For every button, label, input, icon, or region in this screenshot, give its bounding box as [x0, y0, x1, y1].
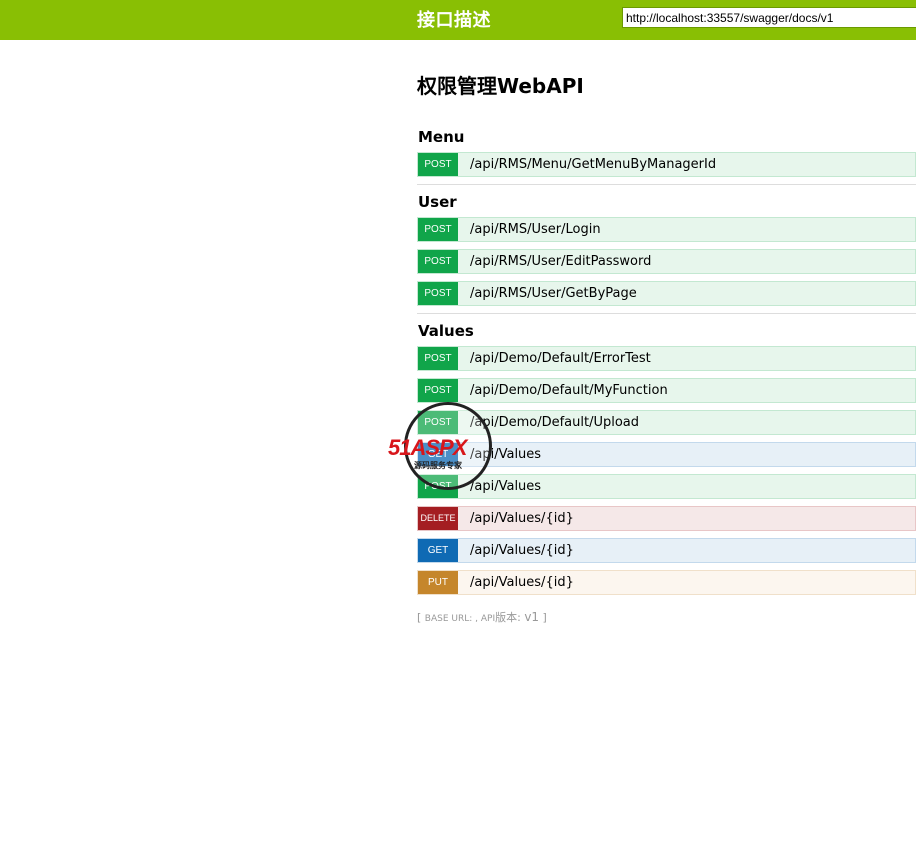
resource-heading-menu[interactable]: Menu [418, 128, 464, 146]
operation-path[interactable]: /api/RMS/User/EditPassword [470, 250, 651, 273]
method-badge[interactable]: DELETE [418, 507, 458, 530]
api-url-input[interactable] [622, 7, 916, 28]
method-badge[interactable]: POST [418, 250, 458, 273]
method-badge[interactable]: PUT [418, 571, 458, 594]
operation-row[interactable]: GET /api/Values/{id} [417, 538, 916, 563]
method-badge[interactable]: POST [418, 379, 458, 402]
operation-row[interactable]: GET /api/Values [417, 442, 916, 467]
method-badge[interactable]: GET [418, 443, 458, 466]
resource-heading-values[interactable]: Values [418, 322, 474, 340]
operation-path[interactable]: /api/Values/{id} [470, 539, 574, 562]
base-url-label: BASE URL: , API [424, 614, 496, 624]
operation-row[interactable]: POST /api/RMS/User/EditPassword [417, 249, 916, 274]
operation-row[interactable]: POST /api/RMS/Menu/GetMenuByManagerId [417, 152, 916, 177]
version-label: 版本: [495, 611, 525, 624]
operation-path[interactable]: /api/Demo/Default/MyFunction [470, 379, 668, 402]
method-badge[interactable]: POST [418, 218, 458, 241]
api-info-footer: [ BASE URL: , API版本: v1 ] [417, 609, 547, 625]
header-title: 接口描述 [417, 10, 491, 31]
operation-path[interactable]: /api/RMS/Menu/GetMenuByManagerId [470, 153, 716, 176]
method-badge[interactable]: POST [418, 282, 458, 305]
method-badge[interactable]: POST [418, 475, 458, 498]
api-title: 权限管理WebAPI [417, 74, 584, 98]
operation-row[interactable]: POST /api/Demo/Default/MyFunction [417, 378, 916, 403]
operation-row[interactable]: POST /api/Demo/Default/Upload [417, 410, 916, 435]
operation-row[interactable]: PUT /api/Values/{id} [417, 570, 916, 595]
method-badge[interactable]: POST [418, 411, 458, 434]
operation-row[interactable]: POST /api/RMS/User/GetByPage [417, 281, 916, 306]
method-badge[interactable]: POST [418, 347, 458, 370]
resource-heading-user[interactable]: User [418, 193, 457, 211]
operation-row[interactable]: POST /api/RMS/User/Login [417, 217, 916, 242]
operation-path[interactable]: /api/Values [470, 475, 541, 498]
operation-path[interactable]: /api/Demo/Default/ErrorTest [470, 347, 651, 370]
operation-row[interactable]: DELETE /api/Values/{id} [417, 506, 916, 531]
footer-close-bracket: ] [539, 611, 547, 624]
resource-divider [417, 313, 916, 314]
operation-row[interactable]: POST /api/Values [417, 474, 916, 499]
resource-divider [417, 184, 916, 185]
footer-open-bracket: [ [417, 611, 425, 624]
api-version: v1 [524, 610, 540, 624]
operation-path[interactable]: /api/Values/{id} [470, 571, 574, 594]
operation-path[interactable]: /api/Values/{id} [470, 507, 574, 530]
top-header-bar: 接口描述 [0, 0, 916, 40]
operation-path[interactable]: /api/Demo/Default/Upload [470, 411, 639, 434]
operation-path[interactable]: /api/RMS/User/GetByPage [470, 282, 637, 305]
operation-path[interactable]: /api/Values [470, 443, 541, 466]
operation-row[interactable]: POST /api/Demo/Default/ErrorTest [417, 346, 916, 371]
operation-path[interactable]: /api/RMS/User/Login [470, 218, 601, 241]
method-badge[interactable]: GET [418, 539, 458, 562]
method-badge[interactable]: POST [418, 153, 458, 176]
